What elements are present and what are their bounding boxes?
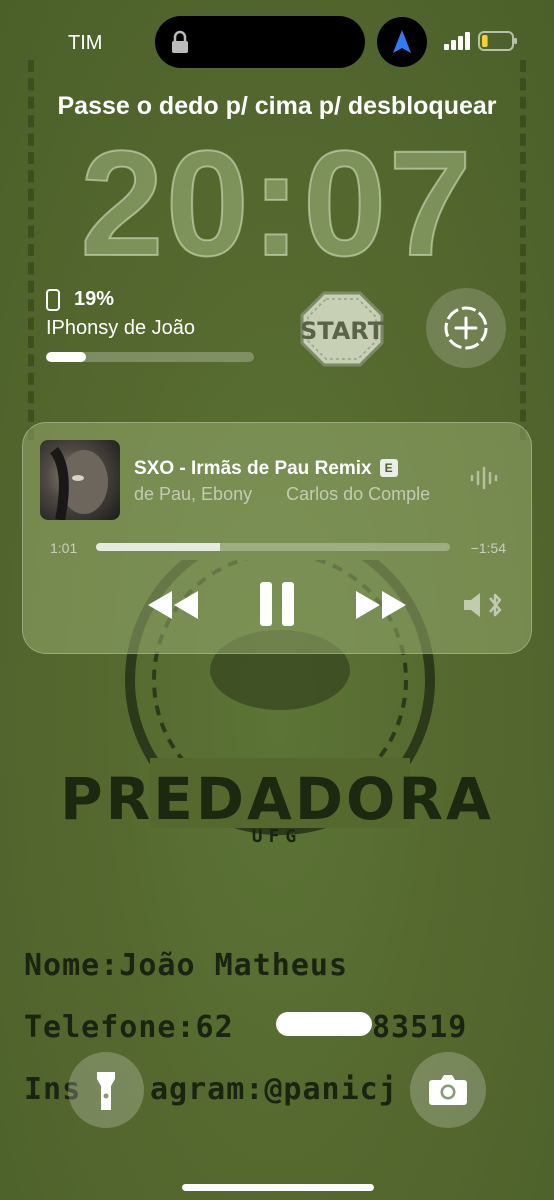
wallpaper-instagram-end: agram:@panicj <box>150 1072 398 1107</box>
home-indicator[interactable] <box>182 1184 374 1191</box>
bluetooth-speaker-icon[interactable] <box>462 590 506 620</box>
fast-forward-icon[interactable] <box>354 588 408 622</box>
flashlight-button[interactable] <box>68 1052 144 1128</box>
phone-icon <box>46 288 60 311</box>
location-arrow-icon <box>393 30 411 53</box>
album-art[interactable] <box>40 440 120 520</box>
add-circle-icon <box>444 306 488 350</box>
waveform-icon <box>470 466 498 490</box>
signal-icon <box>444 32 470 50</box>
wallpaper-phone-line-end: 83519 <box>372 1010 468 1045</box>
flashlight-icon <box>97 1072 115 1110</box>
battery-level-bar <box>46 352 254 362</box>
swipe-hint: Passe o dedo p/ cima p/ desbloquear <box>57 92 497 120</box>
start-widget-label: START <box>300 317 384 345</box>
battery-percent: 19% <box>74 288 115 310</box>
start-widget[interactable]: START <box>300 291 384 367</box>
battery-widget[interactable]: 19% IPhonsy de João <box>46 288 266 362</box>
progress-scrubber[interactable] <box>96 543 450 551</box>
track-title: SXO - Irmãs de Pau Remix <box>134 458 372 479</box>
artist-part-1: de Pau, Ebony <box>134 484 253 504</box>
now-playing-card[interactable]: SXO - Irmãs de Pau Remix E de Pau, Ebony C… <box>22 422 532 654</box>
lock-icon <box>172 30 188 53</box>
artist-part-2: Carlos do Comple <box>286 484 431 504</box>
album-art-image <box>49 446 108 520</box>
location-bubble[interactable] <box>377 17 427 67</box>
wallpaper-name-line: Nome:João Matheus <box>24 948 349 983</box>
clock-time: 20:07 <box>79 119 474 287</box>
track-artist: de Pau, Ebony Carlos do Comple <box>134 484 456 505</box>
carrier-label: TIM <box>68 32 103 54</box>
camera-button[interactable] <box>410 1052 486 1128</box>
wallpaper-phone-line-start: Telefone:62 <box>24 1010 234 1045</box>
wallpaper-logo-text: PREDADORA <box>60 765 494 833</box>
wallpaper-logo-subtext: UFG <box>251 826 303 847</box>
pause-icon[interactable] <box>258 580 296 628</box>
remaining-time: −1:54 <box>470 540 506 556</box>
device-name: IPhonsy de João <box>46 317 195 339</box>
rewind-icon[interactable] <box>146 588 200 622</box>
redaction-mark <box>276 1012 372 1036</box>
battery-level-fill <box>46 352 86 362</box>
battery-icon <box>478 31 517 51</box>
progress-fill <box>96 543 220 551</box>
track-title-row: SXO - Irmãs de Pau Remix E <box>134 458 398 480</box>
explicit-badge: E <box>379 459 398 477</box>
camera-icon <box>429 1075 467 1105</box>
add-widget-button[interactable] <box>426 288 506 368</box>
elapsed-time: 1:01 <box>50 540 78 556</box>
